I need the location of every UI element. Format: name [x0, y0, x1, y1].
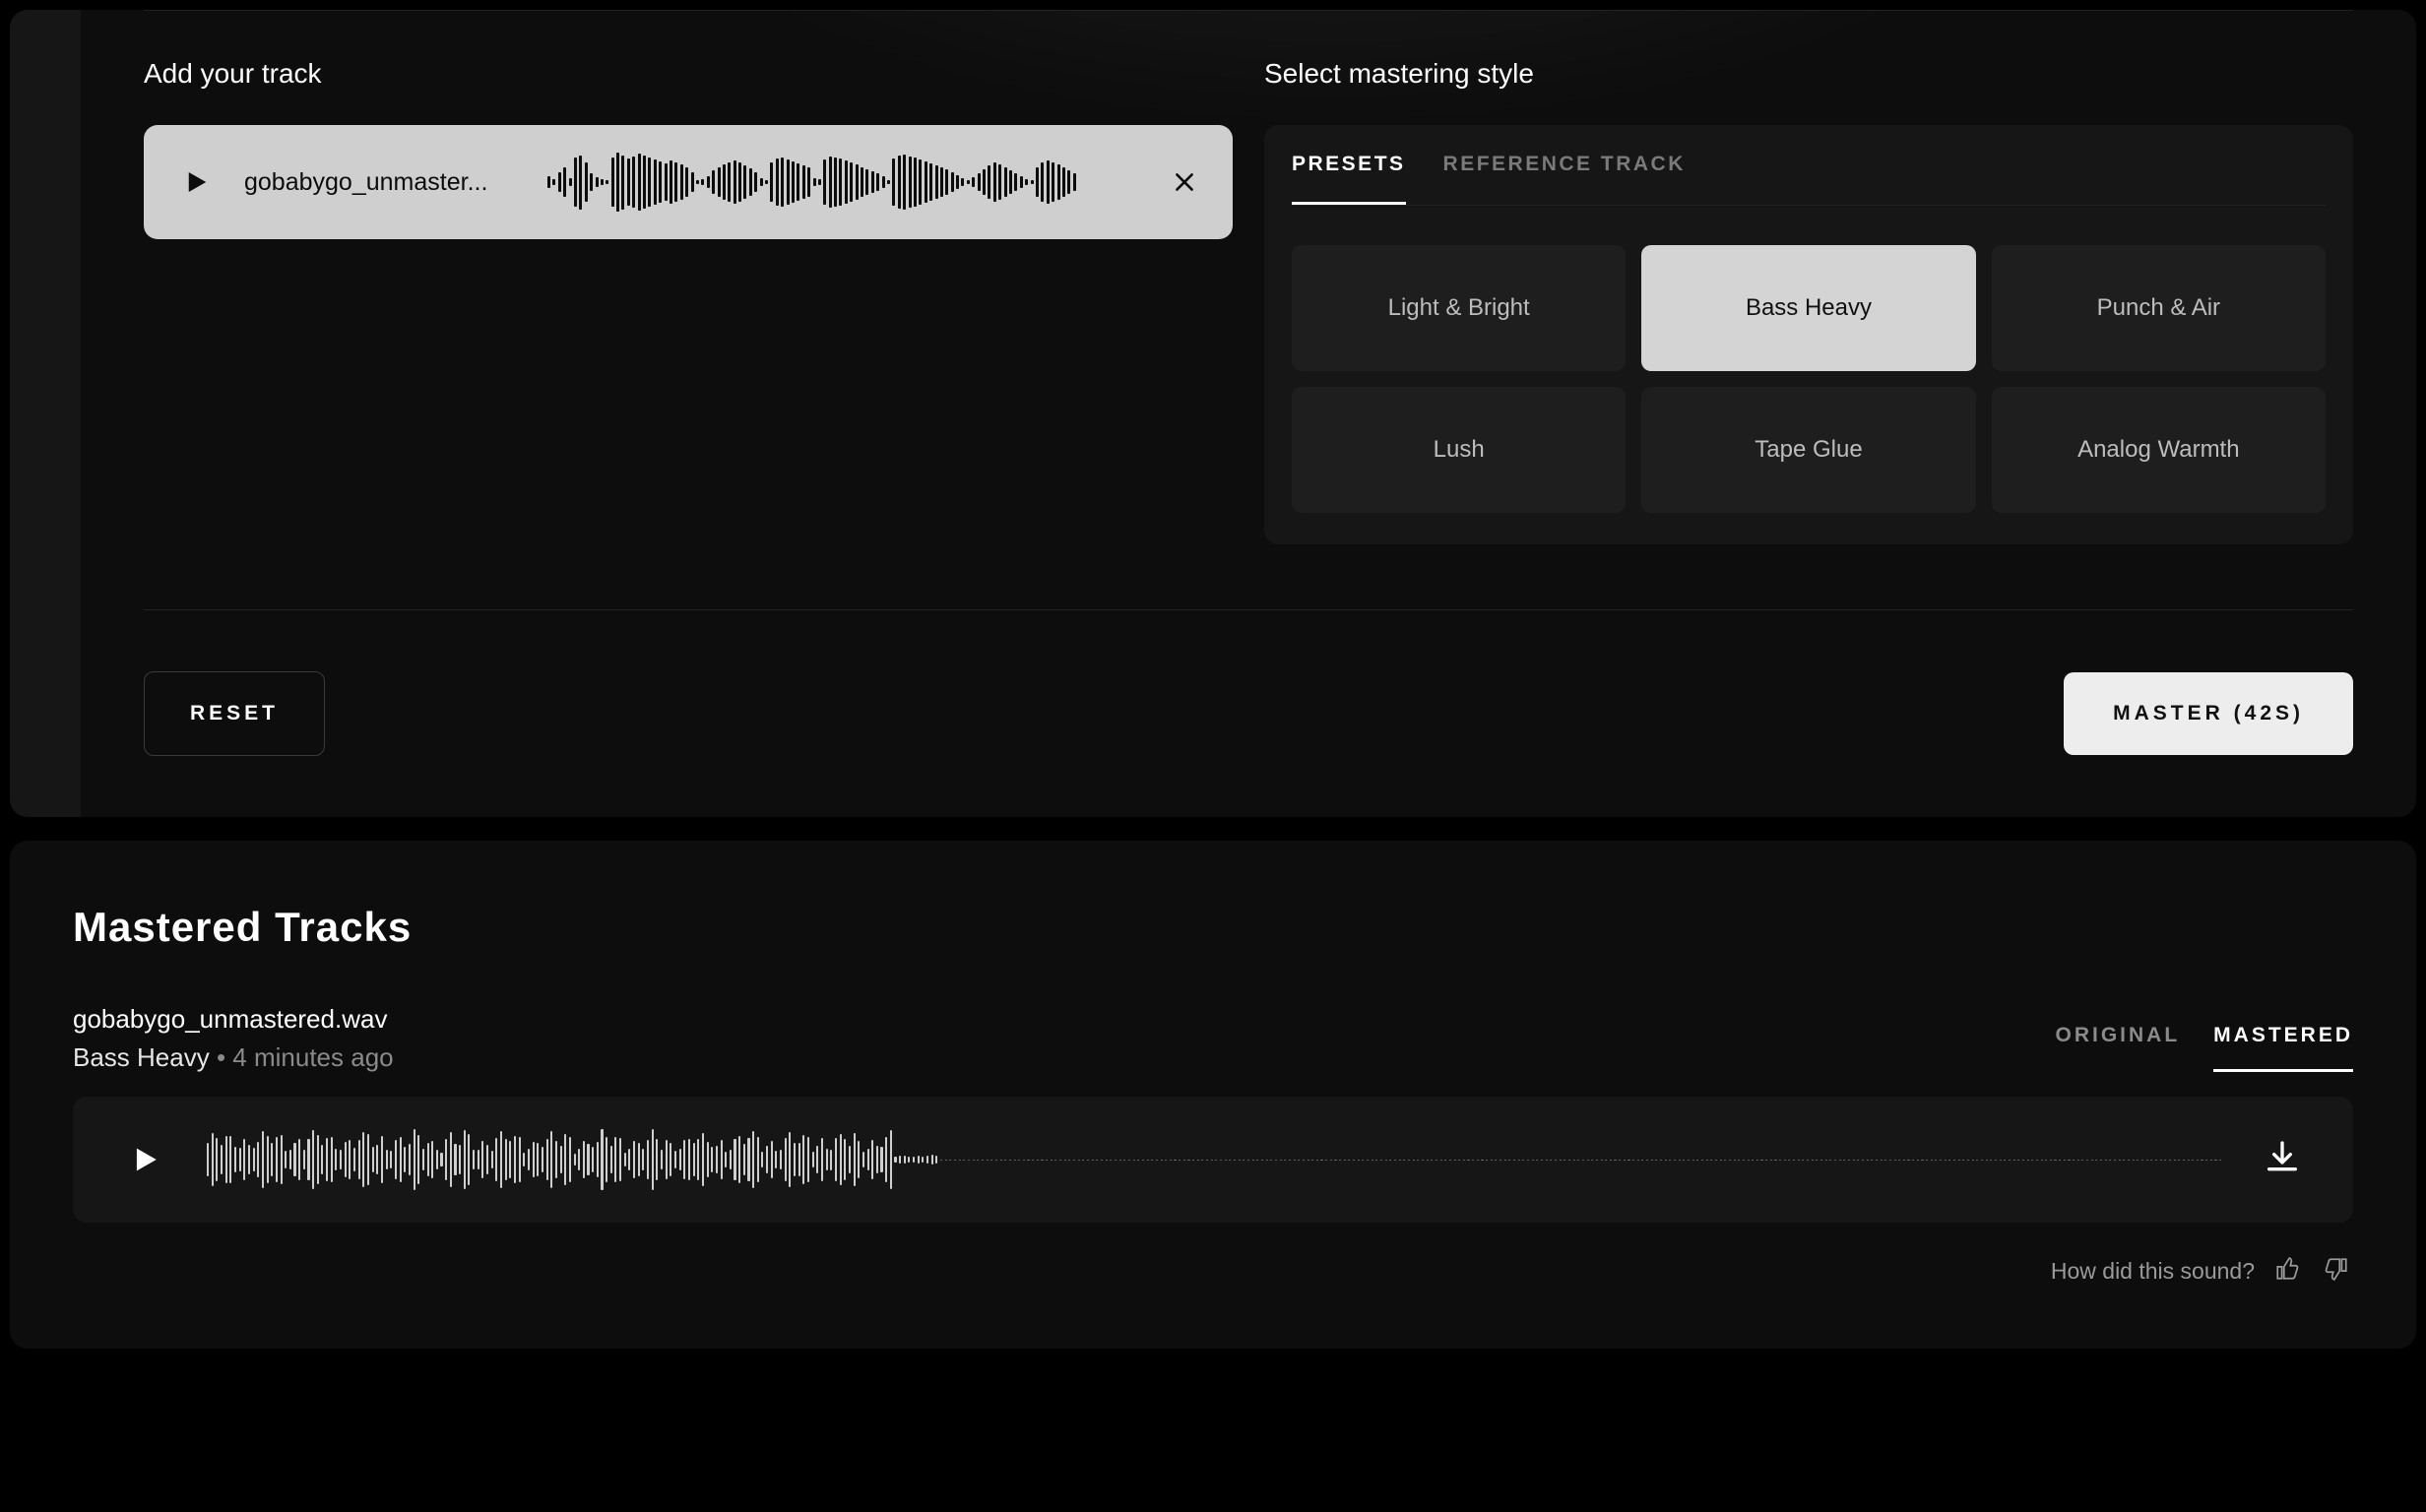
- style-title: Select mastering style: [1264, 58, 2353, 90]
- feedback-row: How did this sound?: [73, 1256, 2353, 1286]
- result-play-button[interactable]: [120, 1136, 167, 1183]
- action-bar: RESET MASTER (42S): [144, 609, 2353, 817]
- result-meta: Bass Heavy • 4 minutes ago: [73, 1042, 394, 1073]
- master-button[interactable]: MASTER (42S): [2064, 672, 2353, 755]
- result-preset: Bass Heavy: [73, 1042, 210, 1072]
- sidebar: [10, 10, 81, 817]
- preset-punch-air[interactable]: Punch & Air: [1992, 245, 2326, 371]
- download-button[interactable]: [2263, 1138, 2306, 1181]
- preset-lush[interactable]: Lush: [1292, 387, 1626, 513]
- thumbs-down-icon: [2324, 1256, 2349, 1282]
- feedback-prompt: How did this sound?: [2051, 1258, 2255, 1285]
- upload-title: Add your track: [144, 58, 1233, 90]
- result-waveform[interactable]: [207, 1126, 2223, 1193]
- player-bar: [73, 1097, 2353, 1223]
- track-row-header: gobabygo_unmastered.wav Bass Heavy • 4 m…: [73, 1004, 2353, 1073]
- style-tabs: PRESETS REFERENCE TRACK: [1292, 153, 2326, 206]
- tab-mastered[interactable]: MASTERED: [2213, 1024, 2353, 1072]
- play-button[interactable]: [173, 160, 217, 204]
- style-column: Select mastering style PRESETS REFERENCE…: [1264, 58, 2353, 544]
- preset-analog-warmth[interactable]: Analog Warmth: [1992, 387, 2326, 513]
- upload-column: Add your track gobabygo_unmaster...: [144, 58, 1233, 544]
- result-age: 4 minutes ago: [232, 1042, 393, 1072]
- close-icon: [1172, 169, 1197, 195]
- result-filename: gobabygo_unmastered.wav: [73, 1004, 394, 1035]
- reset-button[interactable]: RESET: [144, 671, 325, 756]
- meta-separator: •: [210, 1042, 233, 1072]
- tab-reference-track[interactable]: REFERENCE TRACK: [1443, 153, 1686, 205]
- mastering-panel: Add your track gobabygo_unmaster...: [10, 10, 2416, 817]
- waveform-preview[interactable]: [547, 151, 1138, 214]
- play-icon: [180, 167, 210, 197]
- preset-tape-glue[interactable]: Tape Glue: [1641, 387, 1975, 513]
- preset-grid: Light & BrightBass HeavyPunch & Air LushT…: [1292, 245, 2326, 513]
- tab-presets[interactable]: PRESETS: [1292, 153, 1406, 205]
- style-card: PRESETS REFERENCE TRACK Light & BrightBa…: [1264, 125, 2353, 544]
- thumbs-up-icon: [2274, 1256, 2300, 1282]
- preset-bass-heavy[interactable]: Bass Heavy: [1641, 245, 1975, 371]
- uploaded-track-chip: gobabygo_unmaster...: [144, 125, 1233, 239]
- uploaded-track-name: gobabygo_unmaster...: [244, 168, 520, 197]
- thumbs-down-button[interactable]: [2324, 1256, 2353, 1286]
- result-tabs: ORIGINAL MASTERED: [2055, 1024, 2353, 1073]
- results-title: Mastered Tracks: [73, 904, 2353, 951]
- download-icon: [2263, 1138, 2302, 1177]
- remove-track-button[interactable]: [1166, 163, 1203, 201]
- tab-original[interactable]: ORIGINAL: [2055, 1024, 2180, 1072]
- divider: [144, 10, 2353, 11]
- play-icon: [127, 1143, 160, 1176]
- preset-light-bright[interactable]: Light & Bright: [1292, 245, 1626, 371]
- results-panel: Mastered Tracks gobabygo_unmastered.wav …: [10, 841, 2416, 1349]
- track-info: gobabygo_unmastered.wav Bass Heavy • 4 m…: [73, 1004, 394, 1073]
- thumbs-up-button[interactable]: [2274, 1256, 2304, 1286]
